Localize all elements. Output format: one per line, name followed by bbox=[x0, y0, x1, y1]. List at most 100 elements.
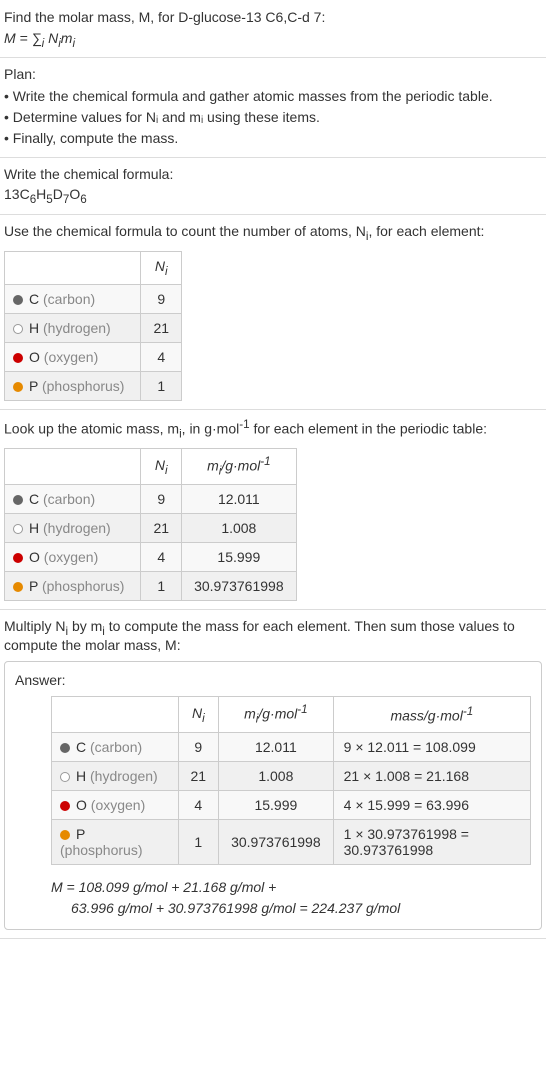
dot-icon bbox=[60, 801, 70, 811]
element-cell: C (carbon) bbox=[5, 484, 141, 513]
dot-icon bbox=[13, 382, 23, 392]
element-symbol: H bbox=[29, 320, 39, 336]
ni-value: 1 bbox=[141, 371, 182, 400]
element-symbol: O bbox=[29, 549, 40, 565]
table-header-ni: Ni bbox=[141, 251, 182, 284]
count-section: Use the chemical formula to count the nu… bbox=[0, 215, 546, 410]
mi-value: 30.973761998 bbox=[182, 571, 297, 600]
element-name: (carbon) bbox=[43, 491, 95, 507]
table-header-row: Ni bbox=[5, 251, 182, 284]
table-row: H (hydrogen) 21 1.008 21 × 1.008 = 21.16… bbox=[52, 761, 531, 790]
element-name: (carbon) bbox=[43, 291, 95, 307]
table-row: H (hydrogen) 21 bbox=[5, 313, 182, 342]
mi-value: 1.008 bbox=[182, 513, 297, 542]
table-header-mi: mi/g·mol-1 bbox=[182, 449, 297, 484]
result-line1: M = 108.099 g/mol + 21.168 g/mol + bbox=[51, 877, 531, 898]
mi-value: 12.011 bbox=[182, 484, 297, 513]
dot-icon bbox=[60, 772, 70, 782]
ni-value: 4 bbox=[141, 342, 182, 371]
ni-value: 4 bbox=[178, 790, 219, 819]
element-cell: P (phosphorus) bbox=[5, 371, 141, 400]
element-name: (phosphorus) bbox=[42, 578, 125, 594]
plan-item: • Finally, compute the mass. bbox=[4, 128, 542, 149]
plan-item: • Write the chemical formula and gather … bbox=[4, 86, 542, 107]
element-name: (oxygen) bbox=[44, 349, 98, 365]
ni-value: 21 bbox=[141, 513, 182, 542]
dot-icon bbox=[13, 495, 23, 505]
ni-value: 9 bbox=[178, 732, 219, 761]
element-symbol: H bbox=[29, 520, 39, 536]
element-cell: P (phosphorus) bbox=[52, 819, 179, 864]
multiply-section: Multiply Ni by mi to compute the mass fo… bbox=[0, 610, 546, 939]
table-header-mi: mi/g·mol-1 bbox=[219, 697, 334, 732]
element-symbol: P bbox=[29, 378, 38, 394]
plan-section: Plan: • Write the chemical formula and g… bbox=[0, 58, 546, 158]
multiply-title: Multiply Ni by mi to compute the mass fo… bbox=[4, 618, 542, 654]
element-cell: O (oxygen) bbox=[52, 790, 179, 819]
count-table: Ni C (carbon) 9 H (hydrogen) 21 O (oxyge… bbox=[4, 251, 182, 401]
element-name: (oxygen) bbox=[91, 797, 145, 813]
table-header-blank bbox=[5, 449, 141, 484]
chemformula-title: Write the chemical formula: bbox=[4, 166, 542, 182]
element-symbol: C bbox=[29, 291, 39, 307]
element-cell: H (hydrogen) bbox=[52, 761, 179, 790]
element-cell: H (hydrogen) bbox=[5, 513, 141, 542]
element-cell: O (oxygen) bbox=[5, 342, 141, 371]
dot-icon bbox=[60, 743, 70, 753]
mi-value: 15.999 bbox=[219, 790, 334, 819]
plan-item: • Determine values for Nᵢ and mᵢ using t… bbox=[4, 107, 542, 128]
element-symbol: P bbox=[29, 578, 38, 594]
element-name: (hydrogen) bbox=[43, 520, 111, 536]
plan-list: • Write the chemical formula and gather … bbox=[4, 86, 542, 149]
mass-value: 4 × 15.999 = 63.996 bbox=[333, 790, 530, 819]
chemformula-value: 13C6H5D7O6 bbox=[4, 186, 542, 206]
count-title: Use the chemical formula to count the nu… bbox=[4, 223, 542, 243]
table-row: O (oxygen) 4 15.999 bbox=[5, 542, 297, 571]
table-row: O (oxygen) 4 15.999 4 × 15.999 = 63.996 bbox=[52, 790, 531, 819]
element-symbol: P bbox=[76, 826, 85, 842]
answer-label: Answer: bbox=[15, 672, 531, 688]
element-name: (phosphorus) bbox=[60, 842, 143, 858]
element-name: (carbon) bbox=[90, 739, 142, 755]
table-header-row: Ni mi/g·mol-1 mass/g·mol-1 bbox=[52, 697, 531, 732]
ni-value: 9 bbox=[141, 484, 182, 513]
element-cell: P (phosphorus) bbox=[5, 571, 141, 600]
mi-value: 1.008 bbox=[219, 761, 334, 790]
ni-value: 9 bbox=[141, 284, 182, 313]
table-header-blank bbox=[52, 697, 179, 732]
result-line2: 63.996 g/mol + 30.973761998 g/mol = 224.… bbox=[51, 898, 531, 919]
dot-icon bbox=[13, 324, 23, 334]
table-row: C (carbon) 9 12.011 bbox=[5, 484, 297, 513]
plan-title: Plan: bbox=[4, 66, 542, 82]
ni-value: 4 bbox=[141, 542, 182, 571]
lookup-section: Look up the atomic mass, mi, in g·mol-1 … bbox=[0, 410, 546, 610]
intro-line1: Find the molar mass, M, for D-glucose-13… bbox=[4, 8, 542, 28]
ni-value: 21 bbox=[141, 313, 182, 342]
answer-box: Answer: Ni mi/g·mol-1 mass/g·mol-1 C (ca… bbox=[4, 661, 542, 929]
lookup-title: Look up the atomic mass, mi, in g·mol-1 … bbox=[4, 418, 542, 440]
dot-icon bbox=[13, 353, 23, 363]
table-row: P (phosphorus) 1 bbox=[5, 371, 182, 400]
table-row: P (phosphorus) 1 30.973761998 1 × 30.973… bbox=[52, 819, 531, 864]
element-symbol: C bbox=[29, 491, 39, 507]
element-cell: H (hydrogen) bbox=[5, 313, 141, 342]
mi-value: 15.999 bbox=[182, 542, 297, 571]
table-row: P (phosphorus) 1 30.973761998 bbox=[5, 571, 297, 600]
table-header-blank bbox=[5, 251, 141, 284]
mass-value: 1 × 30.973761998 = 30.973761998 bbox=[333, 819, 530, 864]
table-header-row: Ni mi/g·mol-1 bbox=[5, 449, 297, 484]
chemformula-section: Write the chemical formula: 13C6H5D7O6 bbox=[0, 158, 546, 215]
mass-value: 9 × 12.011 = 108.099 bbox=[333, 732, 530, 761]
table-row: O (oxygen) 4 bbox=[5, 342, 182, 371]
intro-formula: M = ∑i Nimi bbox=[4, 30, 542, 50]
ni-value: 1 bbox=[141, 571, 182, 600]
dot-icon bbox=[60, 830, 70, 840]
element-name: (hydrogen) bbox=[90, 768, 158, 784]
element-name: (oxygen) bbox=[44, 549, 98, 565]
intro-section: Find the molar mass, M, for D-glucose-13… bbox=[0, 0, 546, 58]
element-cell: C (carbon) bbox=[5, 284, 141, 313]
dot-icon bbox=[13, 524, 23, 534]
table-header-mass: mass/g·mol-1 bbox=[333, 697, 530, 732]
element-symbol: C bbox=[76, 739, 86, 755]
mi-value: 12.011 bbox=[219, 732, 334, 761]
